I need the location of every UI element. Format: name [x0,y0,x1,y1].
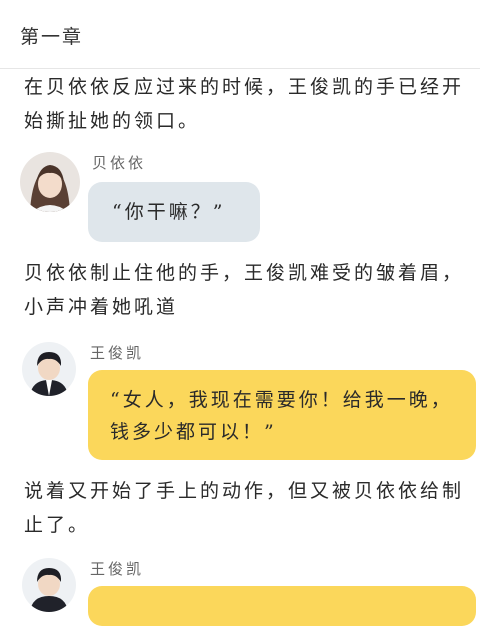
message-bubble[interactable] [88,586,476,626]
narration-paragraph-3: 说着又开始了手上的动作，但又被贝依依给制止了。 [24,480,465,536]
avatar-female-icon[interactable] [20,152,80,212]
speaker-name: 王俊凯 [90,344,145,362]
message-text: “女人，我现在需要你！给我一晚，钱多少都可以！” [110,389,453,443]
message-bubble[interactable]: “女人，我现在需要你！给我一晚，钱多少都可以！” [88,370,476,460]
speaker-name: 贝依依 [92,154,147,172]
message-text: “你干嘛？” [112,201,226,223]
speaker-name: 王俊凯 [90,560,145,578]
narration-paragraph-1: 在贝依依反应过来的时候，王俊凯的手已经开始撕扯她的领口。 [24,76,465,132]
narration-paragraph-2: 贝依依制止住他的手，王俊凯难受的皱着眉，小声冲着她吼道 [24,262,465,318]
chapter-header: 第一章 [0,0,480,69]
chapter-title: 第一章 [20,26,84,48]
avatar-male-icon[interactable] [22,342,76,396]
message-bubble[interactable]: “你干嘛？” [88,182,260,242]
